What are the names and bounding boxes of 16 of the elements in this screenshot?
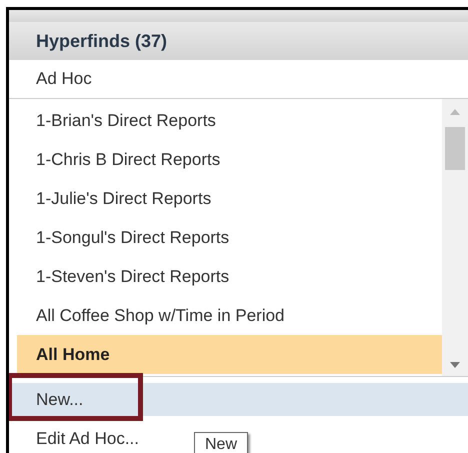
list-item[interactable]: 1-Julie's Direct Reports — [17, 179, 442, 218]
scrollbar[interactable] — [442, 99, 468, 376]
list-item[interactable]: All Coffee Shop w/Time in Period — [17, 296, 442, 335]
scroll-thumb[interactable] — [445, 127, 465, 170]
menu-item[interactable]: Edit Ad Hoc... — [9, 422, 176, 453]
group-label: Ad Hoc — [9, 60, 468, 99]
menu-item[interactable]: New... — [9, 383, 468, 416]
list-item[interactable]: 1-Steven's Direct Reports — [17, 257, 442, 296]
scroll-up-icon[interactable] — [450, 109, 460, 115]
list-item[interactable]: 1-Chris B Direct Reports — [17, 140, 442, 179]
panel-title: Hyperfinds (37) — [36, 30, 168, 52]
scroll-down-icon[interactable] — [450, 362, 460, 368]
list-item[interactable]: 1-Songul's Direct Reports — [17, 218, 442, 257]
list-item[interactable]: All Home — [17, 335, 442, 374]
tooltip: New — [194, 432, 248, 453]
list-item[interactable]: 1-Brian's Direct Reports — [17, 101, 442, 140]
